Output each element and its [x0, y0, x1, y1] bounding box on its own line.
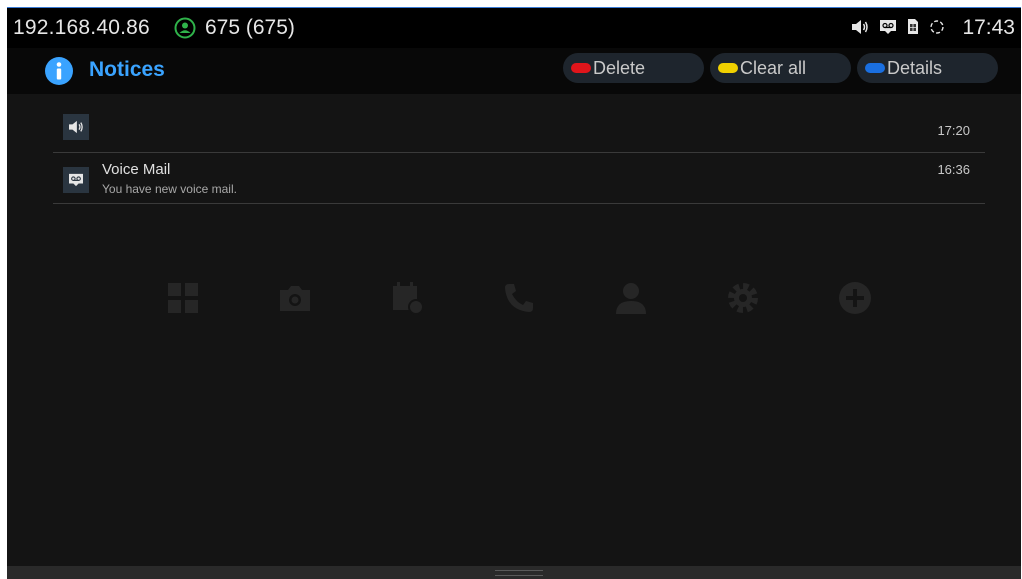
phone-icon — [501, 280, 537, 316]
notice-title: Voice Mail — [102, 161, 171, 178]
calendar-icon — [389, 280, 425, 316]
bottom-bar — [7, 566, 1021, 579]
details-button[interactable]: Details — [857, 53, 998, 83]
sim-icon — [907, 18, 919, 35]
clear-all-button[interactable]: Clear all — [710, 53, 851, 83]
sync-icon — [929, 19, 945, 35]
speaker-icon — [851, 19, 869, 35]
account-label: 675 (675) — [205, 16, 295, 39]
notice-time: 17:20 — [937, 123, 970, 138]
notice-subtitle: You have new voice mail. — [102, 182, 237, 196]
status-bar: 192.168.40.86 675 (675) 17:43 — [7, 8, 1021, 48]
contacts-icon — [613, 280, 649, 316]
delete-label: Delete — [593, 57, 646, 78]
delete-button[interactable]: Delete — [563, 53, 704, 83]
voicemail-icon — [879, 19, 897, 35]
blue-key-icon — [865, 63, 885, 73]
add-icon — [837, 280, 873, 316]
list-item[interactable]: Voice Mail You have new voice mail. 16:3… — [53, 153, 985, 204]
notice-time: 16:36 — [937, 162, 970, 177]
details-label: Details — [887, 57, 943, 78]
background-launcher — [7, 280, 1021, 320]
header: Notices Delete Clear all Details — [7, 48, 1021, 94]
info-icon — [44, 56, 74, 86]
notice-list: 17:20 Voice Mail You have new voice mail… — [53, 106, 985, 204]
phone-screen: 192.168.40.86 675 (675) 17:43 Notices De… — [7, 7, 1021, 579]
speaker-icon — [63, 114, 89, 140]
red-key-icon — [571, 63, 591, 73]
ip-address: 192.168.40.86 — [13, 16, 150, 39]
yellow-key-icon — [718, 63, 738, 73]
apps-icon — [165, 280, 201, 316]
clear-all-label: Clear all — [740, 57, 807, 78]
clock: 17:43 — [962, 16, 1015, 39]
camera-icon — [277, 280, 313, 316]
status-icons — [851, 18, 945, 35]
page-title: Notices — [89, 58, 165, 81]
list-item[interactable]: 17:20 — [53, 106, 985, 153]
voicemail-icon — [63, 167, 89, 193]
drag-handle[interactable] — [495, 570, 543, 576]
account-icon — [174, 17, 196, 39]
settings-icon — [725, 280, 761, 316]
